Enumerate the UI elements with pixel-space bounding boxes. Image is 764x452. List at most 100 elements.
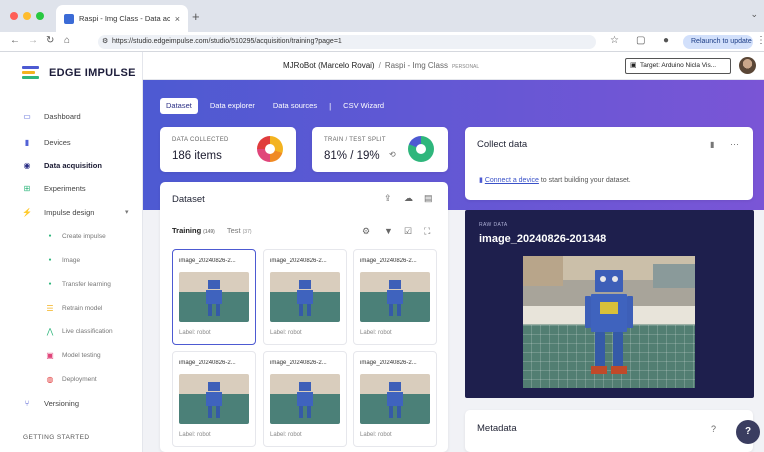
train-test-split-value: 81% / 19%: [324, 150, 380, 162]
background-object: [523, 256, 563, 286]
sidebar-item-label: Impulse design: [44, 207, 95, 217]
forward-icon[interactable]: →: [28, 35, 38, 46]
site-info-icon[interactable]: ⚙: [102, 35, 108, 49]
reload-icon[interactable]: ↻: [46, 35, 54, 46]
database-icon: ◉: [23, 160, 31, 170]
breadcrumb-project[interactable]: Raspi - Img Class: [385, 61, 448, 70]
raw-data-name: image_20240826-201348: [479, 233, 607, 245]
breadcrumb-owner[interactable]: MJRoBot (Marcelo Rovai): [283, 61, 375, 70]
tab-data-explorer[interactable]: Data explorer: [204, 98, 261, 114]
minimize-window-button[interactable]: [23, 12, 31, 20]
sidebar-item-image[interactable]: ● Image: [0, 252, 143, 268]
robot-toy: [585, 270, 633, 378]
sidebar-panel-icon[interactable]: ▢: [636, 35, 645, 46]
train-test-split-label: TRAIN / TEST SPLIT: [324, 137, 386, 143]
filter-icon[interactable]: ▼: [384, 226, 393, 236]
tab-test-count: (37): [242, 229, 252, 235]
connect-device-link[interactable]: Connect a device: [485, 177, 539, 184]
cloud-icon[interactable]: ☁: [404, 193, 413, 204]
tab-test[interactable]: Test (37): [227, 226, 252, 235]
expand-icon[interactable]: ⛶: [424, 226, 430, 237]
home-icon[interactable]: ⌂: [64, 35, 70, 46]
new-tab-icon[interactable]: +: [192, 9, 200, 24]
relaunch-button[interactable]: Relaunch to update: [683, 35, 753, 49]
train-test-split-card: TRAIN / TEST SPLIT 81% / 19% ⟲: [312, 127, 448, 172]
url-field[interactable]: ⚙ https://studio.edgeimpulse.com/studio/…: [98, 35, 596, 49]
device-small-icon: ▮: [479, 177, 483, 184]
bookmark-star-icon[interactable]: ☆: [610, 35, 619, 46]
tile-filename: image_20240826-2...: [270, 258, 327, 264]
tab-list-chevron-icon[interactable]: ⌄: [750, 9, 758, 20]
browser-menu-icon[interactable]: ⋮: [756, 35, 764, 46]
sidebar-item-data-acquisition[interactable]: ◉ Data acquisition: [0, 157, 143, 173]
sidebar-item-versioning[interactable]: ⑂ Versioning: [0, 395, 143, 411]
sidebar-item-deployment[interactable]: ◍ Deployment: [0, 371, 143, 387]
sidebar-item-model-testing[interactable]: ▣ Model testing: [0, 347, 143, 363]
sidebar-item-transfer-learning[interactable]: ● Transfer learning: [0, 276, 143, 292]
tile-label: Label: robot: [360, 432, 392, 438]
dataset-tile[interactable]: image_20240826-2... Label: robot: [263, 351, 347, 447]
sidebar-item-impulse-design[interactable]: ⚡ Impulse design ▾: [0, 204, 143, 220]
tab-training-label: Training: [172, 226, 202, 235]
breadcrumb-separator: /: [378, 61, 381, 70]
settings-icon[interactable]: ⚙: [362, 226, 370, 237]
dot-icon: ●: [48, 281, 52, 287]
dataset-tile[interactable]: image_20240826-2... Label: robot: [172, 351, 256, 447]
tab-csv-wizard[interactable]: CSV Wizard: [337, 98, 390, 114]
browser-tabstrip: Raspi - Img Class - Data acq... × + ⌄: [0, 0, 764, 32]
getting-started-heading: GETTING STARTED: [23, 434, 90, 441]
sidebar-item-live-classification[interactable]: ⋀ Live classification: [0, 323, 143, 339]
back-icon[interactable]: ←: [10, 35, 20, 46]
tab-data-sources[interactable]: Data sources: [267, 98, 323, 114]
sidebar-item-dashboard[interactable]: ▭ Dashboard: [0, 108, 143, 124]
robot-thumbnail: [205, 280, 223, 318]
dataset-tile[interactable]: image_20240826-2... Label: robot: [172, 249, 256, 345]
breadcrumb: MJRoBot (Marcelo Rovai) / Raspi - Img Clas…: [283, 61, 479, 70]
close-tab-icon[interactable]: ×: [175, 14, 180, 24]
live-icon: ⋀: [46, 326, 54, 336]
metadata-title: Metadata: [477, 423, 517, 434]
robot-thumbnail: [296, 280, 314, 318]
browser-tab[interactable]: Raspi - Img Class - Data acq... ×: [56, 5, 188, 32]
metadata-help-icon[interactable]: ?: [711, 424, 716, 434]
maximize-window-button[interactable]: [36, 12, 44, 20]
sidebar-item-retrain-model[interactable]: ☰ Retrain model: [0, 300, 143, 316]
help-button[interactable]: ?: [736, 420, 760, 444]
profile-icon[interactable]: ●: [663, 35, 669, 46]
device-icon[interactable]: ▮: [710, 140, 714, 149]
url-text: https://studio.edgeimpulse.com/studio/51…: [112, 38, 342, 45]
tile-label: Label: robot: [179, 330, 211, 336]
logo[interactable]: EDGE IMPULSE: [22, 66, 136, 80]
close-window-button[interactable]: [10, 12, 18, 20]
project-visibility-badge: PERSONAL: [451, 64, 480, 70]
tile-filename: image_20240826-2...: [360, 360, 417, 366]
raw-data-preview: RAW DATA image_20240826-201348: [465, 210, 754, 398]
sidebar-item-devices[interactable]: ▮ Devices: [0, 134, 143, 150]
dataset-tile[interactable]: image_20240826-2... Label: robot: [263, 249, 347, 345]
tile-filename: image_20240826-2...: [360, 258, 417, 264]
sidebar-item-experiments[interactable]: ⊞ Experiments: [0, 180, 143, 196]
deploy-icon: ◍: [46, 374, 54, 384]
dataset-tile[interactable]: image_20240826-2... Label: robot: [353, 351, 437, 447]
export-icon[interactable]: ▤: [424, 193, 433, 204]
target-label: Target: Arduino Nicla Vis...: [640, 62, 717, 69]
sidebar-item-label: Experiments: [44, 183, 86, 193]
select-icon[interactable]: ☑: [404, 226, 412, 237]
tab-training[interactable]: Training (149): [172, 226, 215, 235]
tab-dataset[interactable]: Dataset: [160, 98, 198, 114]
swap-split-icon[interactable]: ⟲: [389, 150, 396, 159]
dataset-tile[interactable]: image_20240826-2... Label: robot: [353, 249, 437, 345]
metadata-card: Metadata ?: [465, 410, 753, 452]
target-device-button[interactable]: ▣ Target: Arduino Nicla Vis...: [625, 58, 731, 74]
avatar[interactable]: [739, 57, 756, 74]
sidebar-item-label: Create impulse: [62, 232, 106, 240]
tile-thumbnail: [270, 374, 340, 424]
tile-label: Label: robot: [270, 432, 302, 438]
dataset-title: Dataset: [172, 194, 205, 205]
devices-icon: ▮: [24, 137, 30, 147]
sidebar-item-label: Dashboard: [44, 111, 81, 121]
more-options-icon[interactable]: ⋯: [730, 139, 739, 150]
tile-filename: image_20240826-2...: [179, 258, 236, 264]
sidebar-item-create-impulse[interactable]: ● Create impulse: [0, 228, 143, 244]
upload-icon[interactable]: ⇪: [384, 193, 392, 204]
